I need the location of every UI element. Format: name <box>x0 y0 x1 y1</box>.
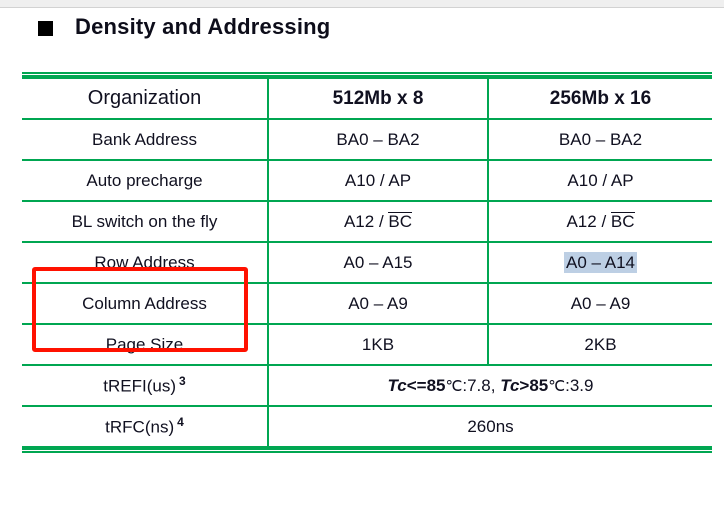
row-label-bank-address: Bank Address <box>22 118 269 161</box>
cell-page-size-col1: 1KB <box>267 323 489 366</box>
row-label-column-address: Column Address <box>22 282 269 325</box>
row-label-bl-switch-on-the-fly: BL switch on the fly <box>22 200 269 243</box>
cell-auto-precharge-col1: A10 / AP <box>267 159 489 202</box>
trfc-footnote-marker: 4 <box>177 415 184 430</box>
row-label-auto-precharge: Auto precharge <box>22 159 269 202</box>
cell-trefi-value-spanned: Tc<=85℃:7.8, Tc>85℃:3.9 <box>267 364 712 407</box>
row-label-page-size: Page Size <box>22 323 269 366</box>
bl-switch-col1-overline-bc: BC <box>388 211 413 231</box>
row-label-row-address: Row Address <box>22 241 269 284</box>
text-selection-highlight: A0 – A14 <box>563 251 637 273</box>
header-cell-organization: Organization <box>22 77 269 120</box>
trefi-tc-2: Tc <box>500 375 520 395</box>
row-label-trfc-ns: tRFC(ns) 4 <box>22 405 269 448</box>
cell-column-address-col1: A0 – A9 <box>267 282 489 325</box>
cell-auto-precharge-col2: A10 / AP <box>487 159 712 202</box>
slide-title-group: Density and Addressing <box>38 14 330 40</box>
trefi-footnote-marker: 3 <box>179 374 186 389</box>
table-row: Page Size 1KB 2KB <box>22 323 712 366</box>
table-row: Bank Address BA0 – BA2 BA0 – BA2 <box>22 118 712 161</box>
row-label-trefi-us: tREFI(us) 3 <box>22 364 269 407</box>
bl-switch-col2-overline-bc: BC <box>610 211 635 231</box>
header-cell-512mb-x8: 512Mb x 8 <box>267 77 489 120</box>
trefi-tc-1: Tc <box>387 375 407 395</box>
table-row: BL switch on the fly A12 / BC A12 / BC <box>22 200 712 243</box>
cell-bl-switch-col2: A12 / BC <box>487 200 712 243</box>
table-row: Auto precharge A10 / AP A10 / AP <box>22 159 712 202</box>
table-bottom-double-rule <box>22 448 712 453</box>
table-row: Row Address A0 – A15 A0 – A14 <box>22 241 712 284</box>
degree-celsius-icon-1: ℃ <box>445 377 463 395</box>
table-row: Column Address A0 – A9 A0 – A9 <box>22 282 712 325</box>
cell-column-address-col2: A0 – A9 <box>487 282 712 325</box>
cell-row-address-col1: A0 – A15 <box>267 241 489 284</box>
trefi-val-2: :3.9 <box>565 375 594 395</box>
filled-square-bullet-icon <box>38 21 53 36</box>
trefi-label-text: tREFI(us) <box>103 376 177 396</box>
table-header-row: Organization 512Mb x 8 256Mb x 16 <box>22 77 712 120</box>
header-cell-256mb-x16: 256Mb x 16 <box>487 77 712 120</box>
degree-celsius-icon-2: ℃ <box>548 377 566 395</box>
cell-bank-address-col1: BA0 – BA2 <box>267 118 489 161</box>
cell-bl-switch-col1: A12 / BC <box>267 200 489 243</box>
cell-row-address-col2: A0 – A14 <box>487 241 712 284</box>
trefi-val-1: :7.8, <box>462 375 501 395</box>
bl-switch-col1-prefix: A12 / <box>343 211 389 231</box>
table-row: tRFC(ns) 4 260ns <box>22 405 712 448</box>
trefi-cond-1: <=85 <box>406 375 446 395</box>
table-row: tREFI(us) 3 Tc<=85℃:7.8, Tc>85℃:3.9 <box>22 364 712 407</box>
page-title: Density and Addressing <box>75 14 331 39</box>
trefi-cond-2: >85 <box>519 375 549 395</box>
density-addressing-table: Organization 512Mb x 8 256Mb x 16 Bank A… <box>22 77 712 448</box>
cell-page-size-col2: 2KB <box>487 323 712 366</box>
trfc-label-text: tRFC(ns) <box>105 417 175 437</box>
window-top-strip <box>0 0 724 8</box>
density-addressing-table-wrapper: Organization 512Mb x 8 256Mb x 16 Bank A… <box>22 72 712 453</box>
bl-switch-col2-prefix: A12 / <box>566 211 611 231</box>
cell-trfc-value-spanned: 260ns <box>267 405 712 448</box>
cell-bank-address-col2: BA0 – BA2 <box>487 118 712 161</box>
